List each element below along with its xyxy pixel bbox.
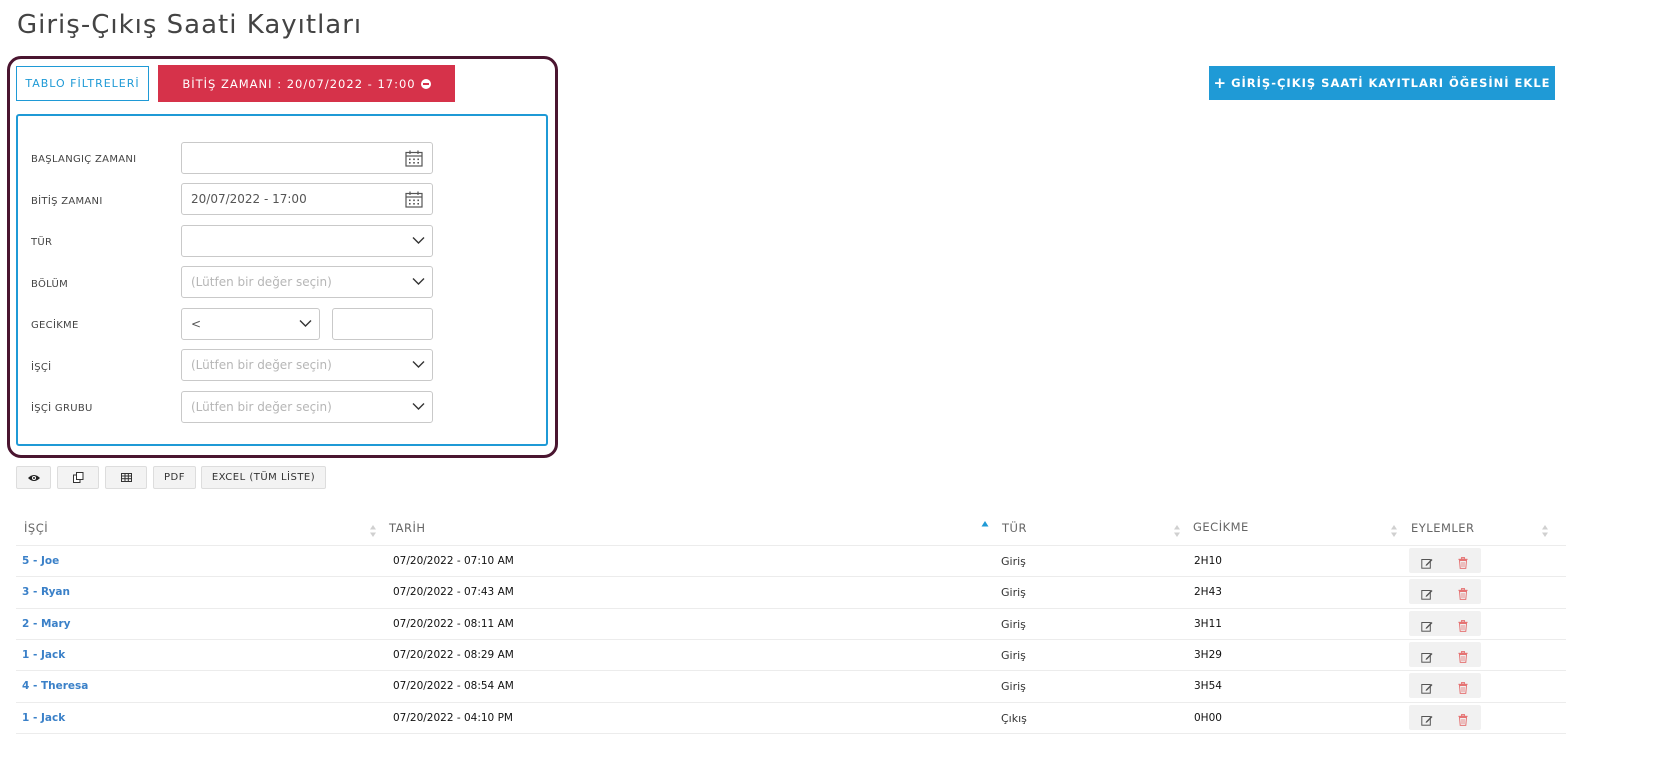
column-header-delay[interactable]: GECİKME [1193,520,1249,534]
row-actions [1409,705,1481,730]
department-select[interactable]: (Lütfen bir değer seçin) [181,266,433,298]
sort-icon[interactable] [1390,524,1398,538]
plus-icon: + [1213,73,1228,92]
trash-icon[interactable] [1458,554,1468,569]
trash-icon[interactable] [1458,648,1468,663]
edit-icon[interactable] [1421,617,1433,632]
table-row-divider [16,733,1566,734]
type-select[interactable] [181,225,433,257]
edit-icon[interactable] [1421,679,1433,694]
sort-icon[interactable] [1173,524,1181,538]
chevron-down-icon [299,320,312,327]
chevron-down-icon [412,278,425,285]
delay-cell: 0H00 [1194,712,1222,724]
table-row-divider [16,702,1566,703]
type-cell: Giriş [1001,586,1026,599]
worker-select[interactable]: (Lütfen bir değer seçin) [181,349,433,381]
page-title: Giriş-Çıkış Saati Kayıtları [17,10,363,40]
calendar-icon[interactable] [405,191,423,208]
worker-group-label: İŞÇİ GRUBU [31,403,93,414]
worker-group-select[interactable]: (Lütfen bir değer seçin) [181,391,433,423]
type-cell: Çıkış [1001,712,1027,725]
date-cell: 07/20/2022 - 08:29 AM [393,649,514,661]
copy-icon [72,472,83,483]
chevron-down-icon [412,403,425,410]
trash-icon[interactable] [1458,585,1468,600]
column-visibility-button[interactable] [16,466,51,489]
date-cell: 07/20/2022 - 08:11 AM [393,618,514,630]
worker-link[interactable]: 1 - Jack [22,649,65,661]
table-row-divider [16,608,1566,609]
sort-icon[interactable] [1541,524,1549,538]
end-time-input[interactable]: 20/07/2022 - 17:00 [181,183,433,215]
csv-button[interactable] [105,466,147,489]
edit-icon[interactable] [1421,554,1433,569]
date-cell: 07/20/2022 - 07:10 AM [393,555,514,567]
type-cell: Giriş [1001,649,1026,662]
worker-link[interactable]: 1 - Jack [22,712,65,724]
excel-button[interactable]: EXCEL (TÜM LİSTE) [201,466,326,489]
worker-link[interactable]: 4 - Theresa [22,680,88,692]
sort-icon[interactable] [369,524,377,538]
delay-value-input[interactable] [332,308,433,340]
worker-label: İŞÇİ [31,362,52,373]
add-record-button[interactable]: + GİRİŞ-ÇIKIŞ SAATİ KAYITLARI ÖĞESİNİ EK… [1209,66,1555,100]
edit-icon[interactable] [1421,648,1433,663]
table-row-divider [16,670,1566,671]
column-header-actions[interactable]: EYLEMLER [1411,521,1475,535]
type-cell: Giriş [1001,555,1026,568]
chevron-down-icon [412,237,425,244]
delay-cell: 3H29 [1194,649,1222,661]
eye-icon [27,474,40,481]
table-row-divider [16,639,1566,640]
row-actions [1409,611,1481,636]
trash-icon[interactable] [1458,711,1468,726]
type-cell: Giriş [1001,618,1026,631]
delay-cell: 2H10 [1194,555,1222,567]
column-header-worker[interactable]: İŞÇİ [24,521,48,535]
delay-label: GECİKME [31,320,79,331]
active-filter-label: BİTİŞ ZAMANI : 20/07/2022 - 17:00 [182,76,416,91]
chevron-down-icon [412,361,425,368]
start-time-label: BAŞLANGIÇ ZAMANI [31,154,137,165]
type-label: TÜR [31,237,53,248]
delay-operator-select[interactable]: < [181,308,320,340]
table-filters-button[interactable]: TABLO FİLTRELERİ [16,66,149,101]
delay-cell: 3H54 [1194,680,1222,692]
row-actions [1409,579,1481,604]
column-header-date[interactable]: TARİH [389,521,426,535]
column-header-type[interactable]: TÜR [1002,521,1027,535]
filter-panel: BAŞLANGIÇ ZAMANI BİTİŞ ZAMANI 20/07/2022… [16,114,548,446]
table-icon [120,473,132,482]
department-label: BÖLÜM [31,279,69,290]
calendar-icon[interactable] [405,150,423,167]
pdf-button[interactable]: PDF [153,466,196,489]
trash-icon[interactable] [1458,679,1468,694]
edit-icon[interactable] [1421,585,1433,600]
worker-link[interactable]: 3 - Ryan [22,586,70,598]
start-time-input[interactable] [181,142,433,174]
table-row-divider [16,576,1566,577]
active-filter-chip[interactable]: BİTİŞ ZAMANI : 20/07/2022 - 17:00 [158,65,455,102]
row-actions [1409,642,1481,667]
delay-cell: 2H43 [1194,586,1222,598]
end-time-label: BİTİŞ ZAMANI [31,196,103,207]
type-cell: Giriş [1001,680,1026,693]
delay-cell: 3H11 [1194,618,1222,630]
edit-icon[interactable] [1421,711,1433,726]
worker-link[interactable]: 2 - Mary [22,618,71,630]
sort-ascending-icon[interactable] [981,519,989,533]
date-cell: 07/20/2022 - 08:54 AM [393,680,514,692]
trash-icon[interactable] [1458,617,1468,632]
table-row-divider [16,545,1566,546]
add-record-label: GİRİŞ-ÇIKIŞ SAATİ KAYITLARI ÖĞESİNİ EKLE [1231,76,1551,90]
date-cell: 07/20/2022 - 04:10 PM [393,712,513,724]
row-actions [1409,548,1481,573]
date-cell: 07/20/2022 - 07:43 AM [393,586,514,598]
worker-link[interactable]: 5 - Joe [22,555,59,567]
copy-button[interactable] [57,466,99,489]
row-actions [1409,673,1481,698]
remove-filter-icon[interactable] [420,78,431,89]
